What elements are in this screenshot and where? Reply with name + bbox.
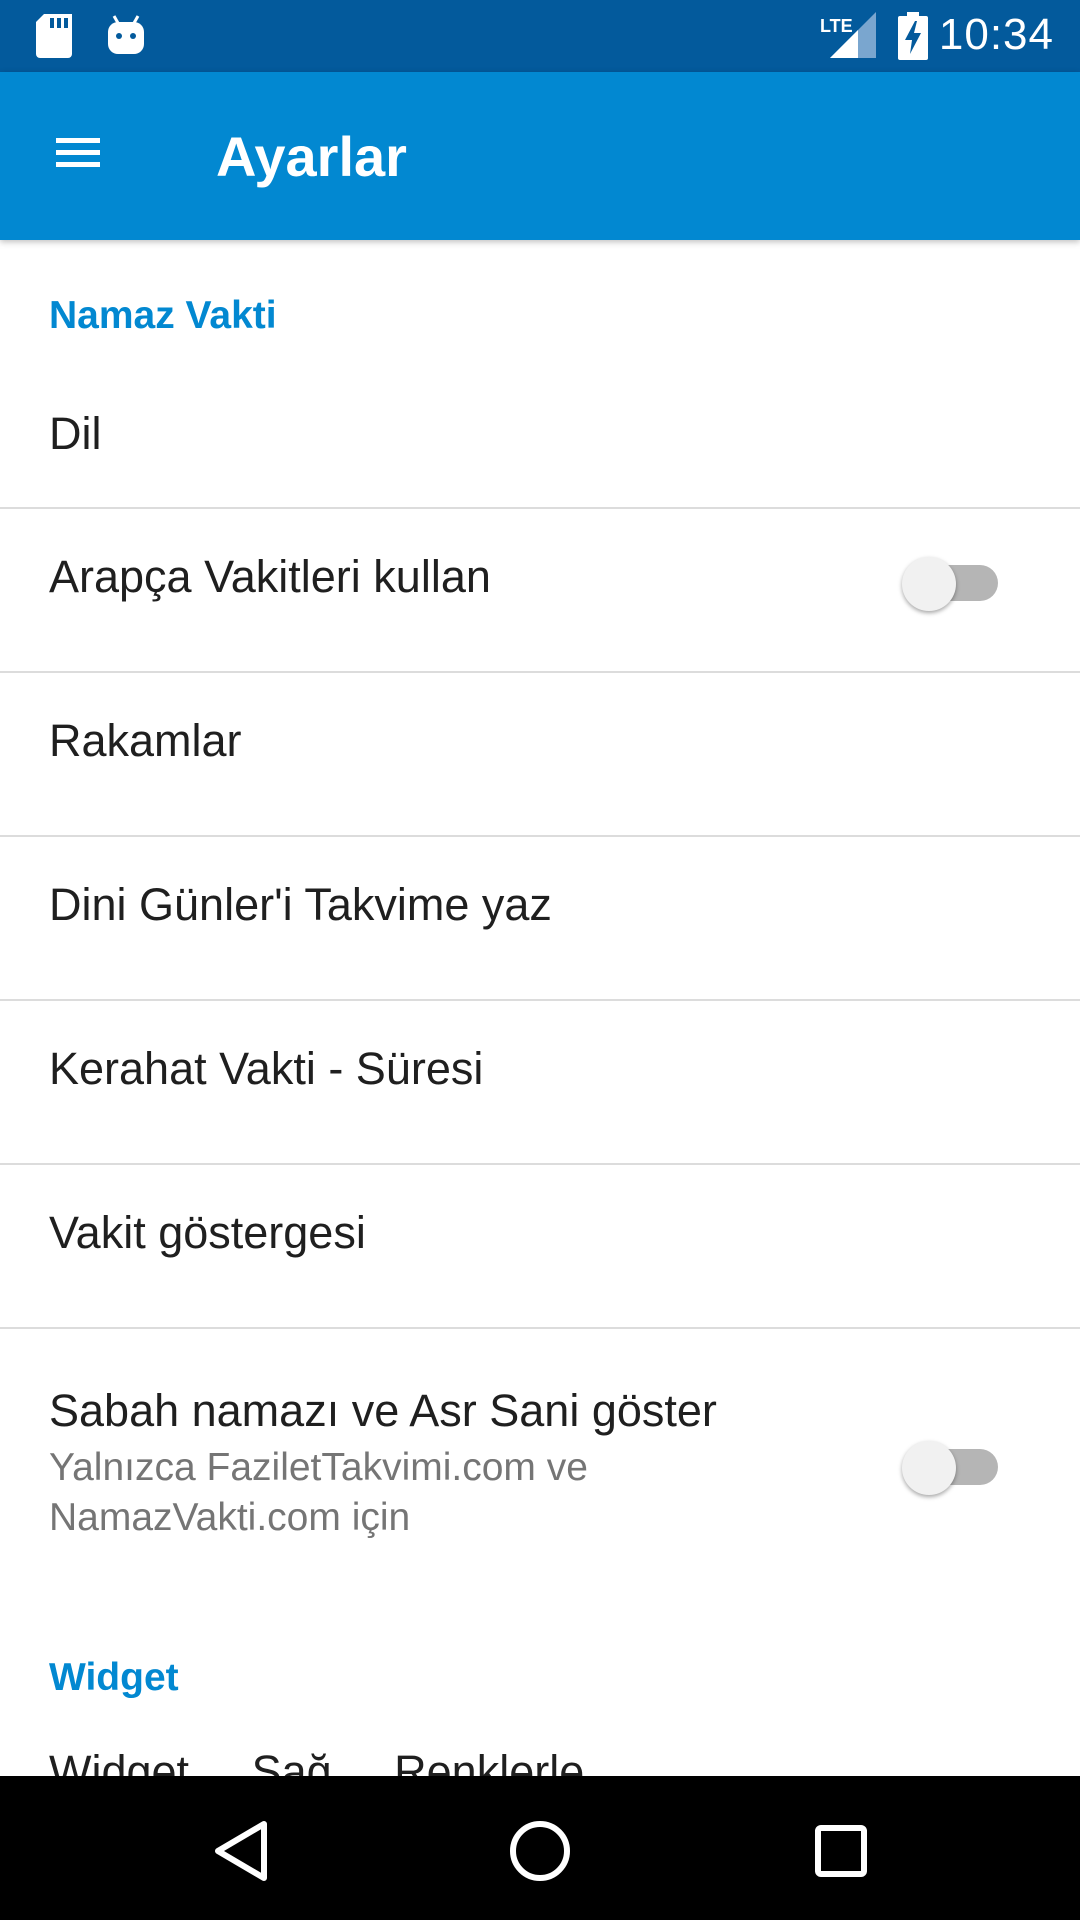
- setting-title: Dini Günler'i Takvime yaz: [49, 879, 552, 930]
- section-header-namaz-vakti: Namaz Vakti: [49, 294, 277, 337]
- recents-icon[interactable]: [796, 1816, 886, 1886]
- setting-title: Rakamlar: [49, 715, 242, 766]
- home-icon[interactable]: [495, 1816, 585, 1886]
- sd-card-icon: [36, 14, 72, 63]
- android-icon: [106, 14, 146, 61]
- switch-thumb: [902, 557, 956, 611]
- settings-list[interactable]: Namaz Vakti Dil Arapça Vakitleri kullan …: [0, 240, 1080, 1776]
- setting-summary: Yalnızca FaziletTakvimi.com ve NamazVakt…: [49, 1446, 588, 1539]
- svg-text:LTE: LTE: [820, 16, 853, 36]
- setting-dini-gunler[interactable]: Dini Günler'i Takvime yaz: [0, 837, 1080, 1000]
- setting-arapca-vakitleri[interactable]: Arapça Vakitleri kullan: [0, 509, 1080, 672]
- setting-sabah-namazi[interactable]: Sabah namazı ve Asr Sani göster Yalnızca…: [0, 1329, 1080, 1589]
- hamburger-menu-icon[interactable]: [44, 122, 124, 188]
- setting-title: Kerahat Vakti - Süresi: [49, 1043, 484, 1094]
- setting-title: Widget ... Sağ ... Renklerle: [49, 1746, 585, 1776]
- arapca-vakitleri-switch[interactable]: [902, 549, 1000, 613]
- setting-title: Arapça Vakitleri kullan: [49, 551, 491, 602]
- app-bar: Ayarlar: [0, 72, 1080, 240]
- section-header-widget: Widget: [49, 1656, 179, 1699]
- sabah-namazi-switch[interactable]: [902, 1433, 1000, 1497]
- setting-title: Dil: [49, 408, 102, 459]
- setting-kerahat-vakti[interactable]: Kerahat Vakti - Süresi: [0, 1001, 1080, 1164]
- battery-charging-icon: [898, 12, 928, 65]
- switch-thumb: [902, 1441, 956, 1495]
- lte-signal-icon: LTE: [818, 12, 876, 65]
- setting-dil[interactable]: Dil: [0, 364, 1080, 498]
- setting-widget[interactable]: Widget ... Sağ ... Renklerle: [0, 1720, 1080, 1776]
- setting-title: Vakit göstergesi: [49, 1207, 366, 1258]
- navigation-bar: [0, 1776, 1080, 1920]
- page-title: Ayarlar: [216, 125, 407, 188]
- status-bar: LTE 10:34: [0, 0, 1080, 72]
- back-icon[interactable]: [196, 1816, 286, 1886]
- setting-rakamlar[interactable]: Rakamlar: [0, 673, 1080, 836]
- setting-vakit-gostergesi[interactable]: Vakit göstergesi: [0, 1165, 1080, 1328]
- clock: 10:34: [938, 10, 1054, 59]
- setting-title: Sabah namazı ve Asr Sani göster: [49, 1385, 717, 1436]
